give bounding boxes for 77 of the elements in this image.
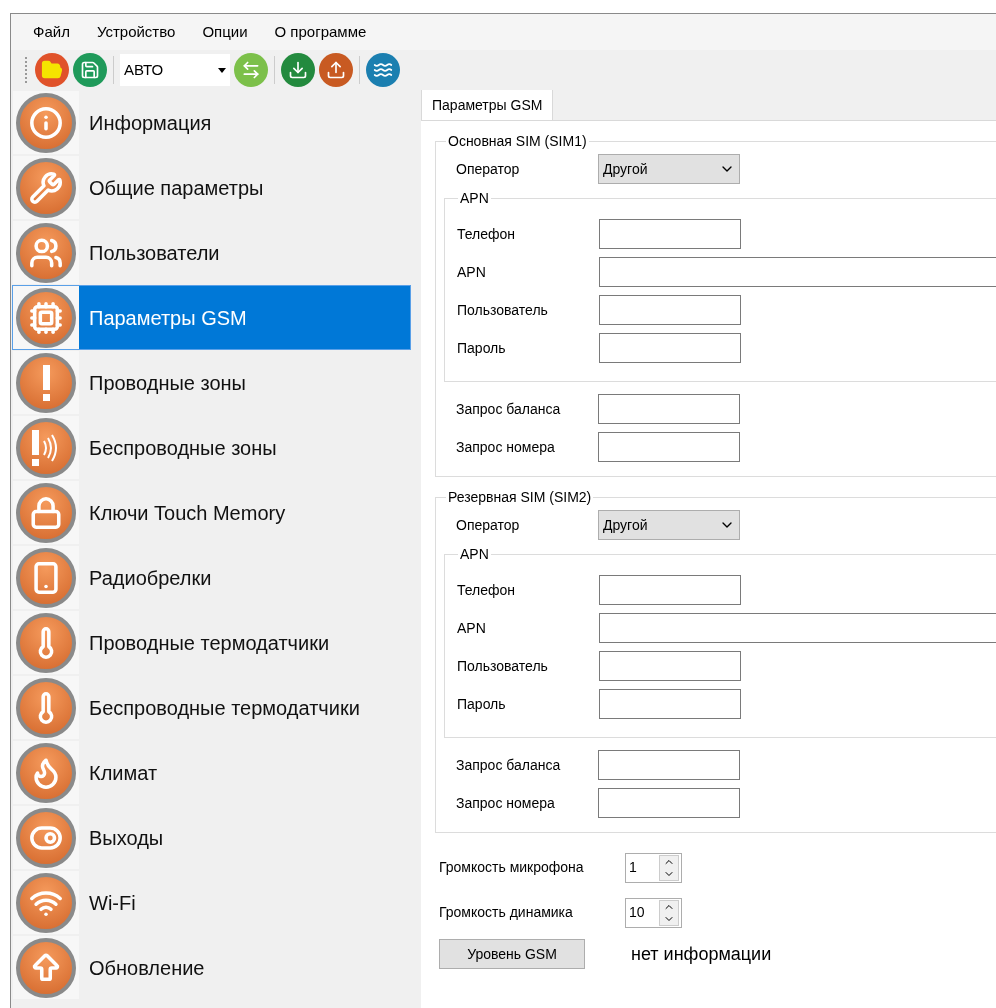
field-label: Телефон (457, 580, 517, 600)
text-field[interactable] (598, 788, 740, 818)
tab[interactable]: Параметры GSM (421, 90, 554, 120)
field-label: Пользователь (457, 656, 549, 676)
menu-item[interactable]: О программе (274, 20, 367, 44)
sidebar-item[interactable]: Пользователи (12, 220, 411, 285)
sidebar-item[interactable]: Информация (12, 90, 411, 155)
text-field[interactable] (598, 432, 740, 462)
menu-item[interactable]: Опции (202, 20, 248, 44)
connect-button[interactable] (234, 53, 268, 87)
field-label: Оператор (456, 515, 521, 535)
text-field[interactable] (599, 257, 996, 287)
upload-icon (326, 60, 346, 80)
text-field[interactable] (598, 394, 740, 424)
sidebar-item[interactable]: Климат (12, 740, 411, 805)
sidebar-item[interactable]: Беспроводные зоны (12, 415, 411, 480)
spin-box[interactable]: 10 (625, 897, 682, 928)
field-label: Запрос номера (456, 793, 556, 813)
grip-handle[interactable] (25, 57, 27, 83)
text-field[interactable] (598, 750, 740, 780)
field-label: Запрос номера (456, 437, 556, 457)
save-button[interactable] (73, 53, 107, 87)
text-field[interactable] (599, 651, 741, 681)
group-title: APN (459, 189, 490, 208)
menu-item[interactable]: Файл (33, 20, 70, 44)
field-label: Запрос баланса (456, 399, 562, 419)
status-text: нет информации (631, 942, 772, 966)
text-field[interactable] (599, 689, 741, 719)
field-label: Телефон (457, 224, 517, 244)
info-icon (29, 105, 63, 140)
sidebar-item[interactable]: Проводные термодатчики (12, 610, 411, 675)
download-icon (288, 60, 308, 80)
operator-dropdown[interactable]: Другой (598, 154, 740, 184)
field-label: Пароль (457, 694, 507, 714)
upload-button[interactable] (319, 53, 353, 87)
download-button[interactable] (281, 53, 315, 87)
lock-icon (29, 495, 63, 530)
sidebar-item[interactable]: Беспроводные термодатчики (12, 675, 411, 740)
text-field[interactable] (599, 575, 741, 605)
sidebar-item[interactable]: Wi-Fi (12, 870, 411, 935)
field-label: Громкость микрофона (439, 858, 585, 877)
field-label: Пароль (457, 338, 507, 358)
field-label: Громкость динамика (439, 903, 574, 922)
sidebar-item[interactable]: Обновление (12, 935, 411, 1000)
field-label: Пользователь (457, 300, 549, 320)
spin-box[interactable]: 1 (625, 852, 682, 883)
open-folder-button[interactable] (35, 53, 69, 87)
field-label: Оператор (456, 159, 521, 179)
sidebar-item[interactable]: Выходы (12, 805, 411, 870)
arrows-icon (241, 60, 261, 80)
caret-icon (218, 67, 226, 73)
save-icon (80, 60, 100, 80)
group-title: Резервная SIM (SIM2) (447, 488, 593, 507)
sidebar-item[interactable]: Общие параметры (12, 155, 411, 220)
sidebar-item[interactable]: Проводные зоны (12, 350, 411, 415)
monitor-button[interactable] (366, 53, 400, 87)
field-label: APN (457, 262, 487, 282)
gsm-level-button[interactable]: Уровень GSM (439, 939, 585, 969)
text-field[interactable] (599, 295, 741, 325)
wave-icon (373, 60, 393, 80)
operator-dropdown[interactable]: Другой (598, 510, 740, 540)
text-field[interactable] (599, 333, 741, 363)
field-label: APN (457, 618, 487, 638)
group-title: Основная SIM (SIM1) (447, 132, 588, 151)
sidebar-item[interactable]: Параметры GSM (12, 285, 411, 350)
sidebar-item[interactable]: Ключи Touch Memory (12, 480, 411, 545)
menu-item[interactable]: Устройство (96, 20, 176, 44)
group-title: APN (459, 545, 490, 564)
chip-icon (29, 300, 63, 335)
text-field[interactable] (599, 219, 741, 249)
field-label: Запрос баланса (456, 755, 562, 775)
exclamation-icon (42, 364, 50, 401)
sidebar-item[interactable]: Радиобрелки (12, 545, 411, 610)
wrench-icon (29, 170, 63, 205)
folder-icon (41, 59, 63, 81)
text-field[interactable] (599, 613, 996, 643)
mode-dropdown[interactable]: АВТО (120, 54, 230, 86)
